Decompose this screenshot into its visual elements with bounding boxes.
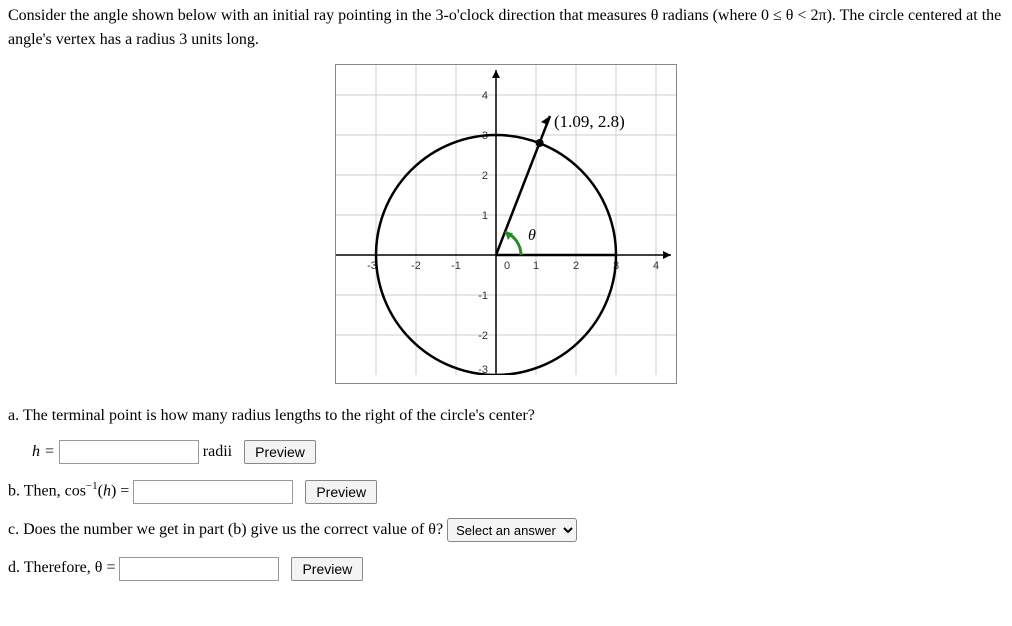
part-d-text: d. Therefore, θ = <box>8 559 115 576</box>
h-label: h = <box>32 443 55 460</box>
part-b: b. Then, cos−1(h) = Preview <box>8 478 1004 504</box>
svg-text:4: 4 <box>482 90 488 102</box>
part-b-prefix: b. Then, cos <box>8 483 86 500</box>
preview-button-d[interactable]: Preview <box>291 557 363 581</box>
svg-text:-2: -2 <box>411 260 421 272</box>
svg-text:-1: -1 <box>451 260 461 272</box>
part-b-mid: (h) = <box>98 483 130 500</box>
svg-text:-2: -2 <box>478 330 488 342</box>
svg-text:-1: -1 <box>478 290 488 302</box>
svg-text:1: 1 <box>533 260 539 272</box>
part-a: a. The terminal point is how many radius… <box>8 404 1004 464</box>
svg-text:4: 4 <box>653 260 659 272</box>
intro-text: Consider the angle shown below with an i… <box>8 7 1001 48</box>
arccos-input[interactable] <box>133 480 293 504</box>
question-intro: Consider the angle shown below with an i… <box>8 4 1004 52</box>
radii-unit: radii <box>203 443 232 460</box>
svg-text:1: 1 <box>482 210 488 222</box>
svg-text:2: 2 <box>482 170 488 182</box>
theta-symbol: θ <box>528 227 536 244</box>
part-c-text: c. Does the number we get in part (b) gi… <box>8 521 443 538</box>
terminal-point-label: (1.09, 2.8) <box>554 112 625 131</box>
preview-button-b[interactable]: Preview <box>305 480 377 504</box>
part-d: d. Therefore, θ = Preview <box>8 556 1004 580</box>
preview-button-a[interactable]: Preview <box>244 440 316 464</box>
inverse-exp: −1 <box>86 480 98 492</box>
h-input[interactable] <box>59 440 199 464</box>
svg-text:0: 0 <box>504 260 510 272</box>
part-c: c. Does the number we get in part (b) gi… <box>8 518 1004 542</box>
theta-input[interactable] <box>119 557 279 581</box>
svg-text:2: 2 <box>573 260 579 272</box>
angle-diagram: -3 -2 -1 0 1 2 3 4 4 3 2 1 -1 -2 -3 <box>335 64 677 384</box>
part-a-text: a. The terminal point is how many radius… <box>8 404 1004 428</box>
part-c-select[interactable]: Select an answer <box>447 518 577 542</box>
chart-container: -3 -2 -1 0 1 2 3 4 4 3 2 1 -1 -2 -3 <box>8 64 1004 384</box>
